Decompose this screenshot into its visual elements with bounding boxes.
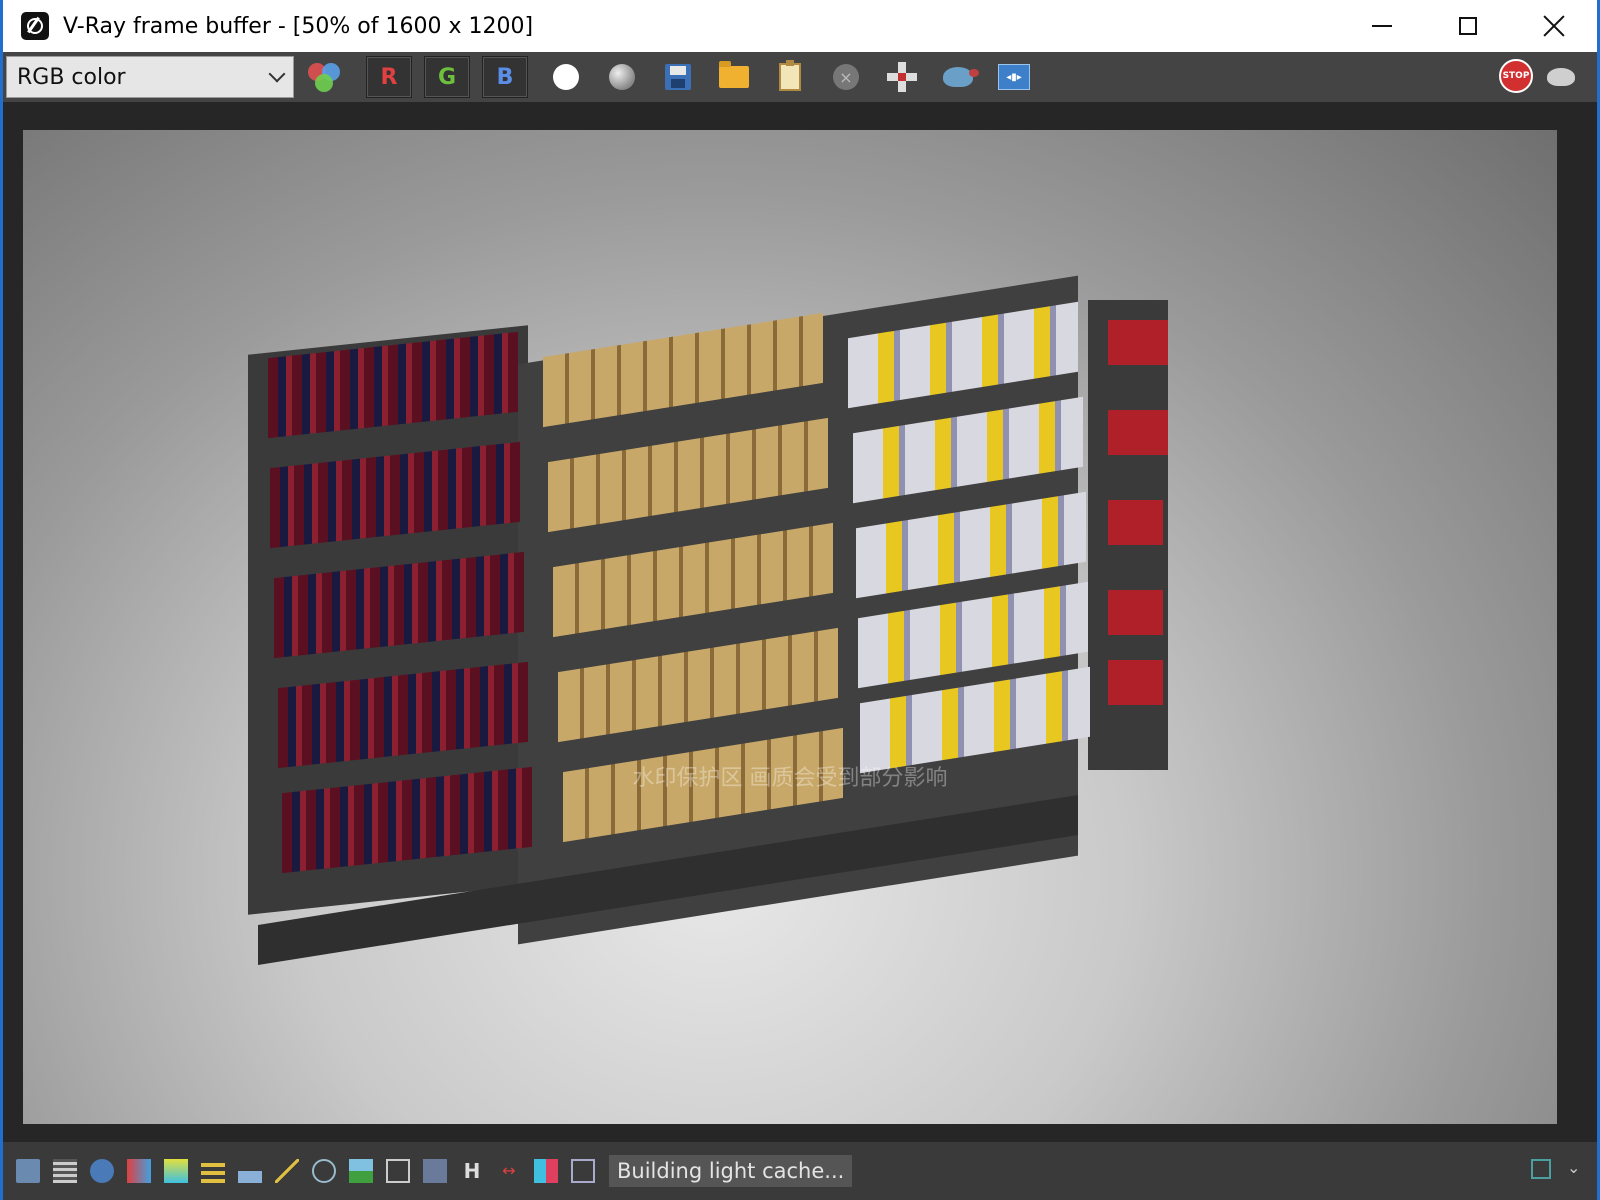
lut-icon[interactable] [423,1159,447,1183]
stop-label: STOP [1502,71,1530,81]
blue-channel-label: B [496,64,514,90]
watermark-text: 水印保护区 画质会受到部分影响 [632,766,948,791]
close-button[interactable] [1511,0,1597,52]
history-icon[interactable] [16,1159,40,1183]
color-channels-icon[interactable] [308,61,344,93]
levels-icon[interactable] [201,1159,225,1183]
close-icon [1543,15,1565,37]
distance-icon[interactable]: ↔ [497,1159,521,1183]
status-bar: H ↔ Building light cache... ⌄ [3,1142,1597,1200]
clear-icon[interactable]: × [828,59,864,95]
blue-channel-button[interactable]: B [482,56,528,98]
gray-sphere-icon[interactable] [604,59,640,95]
toolbar: RGB color R G B × ◂▮▸ STOP [3,52,1597,102]
curve-editor-icon[interactable] [386,1159,410,1183]
window-controls [1339,0,1597,52]
minimize-button[interactable] [1339,0,1425,52]
open-folder-icon[interactable] [716,59,752,95]
panel-toggle-icon[interactable] [1531,1159,1551,1179]
window-title: V-Ray frame buffer - [50% of 1600 x 1200… [63,13,534,39]
curves-icon[interactable] [275,1159,299,1183]
channel-dropdown[interactable]: RGB color [6,56,294,98]
green-channel-label: G [437,64,457,90]
white-point-icon[interactable] [548,59,584,95]
maximize-button[interactable] [1425,0,1511,52]
background-image-icon[interactable] [349,1159,373,1183]
render-view[interactable]: 水印保护区 画质会受到部分影响 [3,102,1597,1142]
compare-ab-icon[interactable]: ◂▮▸ [996,59,1032,95]
histogram-icon[interactable] [238,1159,262,1183]
title-bar[interactable]: V-Ray frame buffer - [50% of 1600 x 1200… [3,0,1597,52]
red-channel-label: R [380,64,398,90]
render-teapot-icon[interactable] [1547,64,1581,90]
maximize-icon [1459,17,1477,35]
hsl-icon[interactable] [164,1159,188,1183]
clipboard-icon[interactable] [772,59,808,95]
shelf-unit-image [248,275,1178,965]
stop-render-button[interactable]: STOP [1499,59,1533,93]
chevron-down-icon [268,65,286,83]
stamp-icon[interactable] [571,1159,595,1183]
h-icon[interactable]: H [460,1159,484,1183]
color-correction-icon[interactable] [127,1159,151,1183]
vfb-window: V-Ray frame buffer - [50% of 1600 x 1200… [0,0,1600,1200]
minimize-icon [1372,25,1392,27]
layers-icon[interactable] [53,1159,77,1183]
status-right-icons: ⌄ [1531,1159,1585,1179]
vray-logo-icon [21,12,49,40]
lens-effects-icon[interactable] [534,1159,558,1183]
region-render-icon[interactable] [884,59,920,95]
expand-chevron-icon[interactable]: ⌄ [1567,1159,1585,1177]
green-channel-button[interactable]: G [424,56,470,98]
red-channel-button[interactable]: R [366,56,412,98]
teapot-render-icon[interactable] [940,59,979,95]
info-icon[interactable] [90,1159,114,1183]
rendered-image: 水印保护区 画质会受到部分影响 [23,130,1557,1124]
save-icon[interactable] [660,59,696,95]
exposure-icon[interactable] [312,1159,336,1183]
channel-dropdown-value: RGB color [17,64,126,90]
status-message: Building light cache... [609,1155,853,1187]
